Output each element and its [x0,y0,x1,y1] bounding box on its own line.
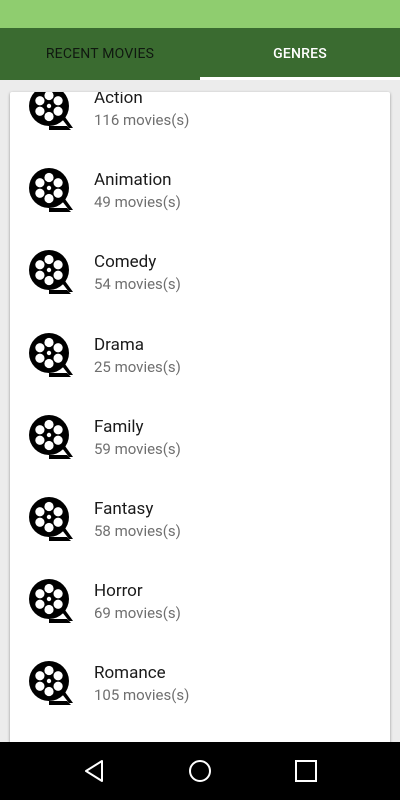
tab-bar: RECENT MOVIES GENRES [0,28,400,80]
tab-genres-label: GENRES [273,45,327,62]
genre-name: Horror [94,581,143,602]
tab-recent-movies[interactable]: RECENT MOVIES [0,28,200,80]
genres-content[interactable]: Action 116 movies(s) Animation 49 movies… [0,80,400,742]
genre-item-family[interactable]: Family 59 movies(s) [10,397,390,479]
genre-count: 58 movies(s) [94,521,181,540]
genres-card: Action 116 movies(s) Animation 49 movies… [10,92,390,742]
genre-name: Drama [94,334,144,355]
recents-square-icon[interactable] [294,759,318,783]
film-reel-icon [29,496,73,541]
genre-count: 116 movies(s) [94,111,190,129]
back-triangle-icon[interactable] [83,759,107,783]
film-reel-icon [29,579,73,624]
tab-recent-movies-label: RECENT MOVIES [45,45,155,62]
home-circle-icon[interactable] [188,759,212,783]
genre-item-drama[interactable]: Drama 25 movies(s) [10,315,390,397]
genre-count: 25 movies(s) [94,357,181,376]
genre-item-animation[interactable]: Animation 49 movies(s) [10,150,390,232]
film-reel-icon [29,250,73,295]
genre-item-action[interactable]: Action 116 movies(s) [10,92,390,150]
genre-count: 59 movies(s) [94,439,181,458]
genre-count: 49 movies(s) [94,193,181,212]
film-reel-icon [29,92,73,130]
genre-name: Comedy [94,252,157,273]
genre-item-comedy[interactable]: Comedy 54 movies(s) [10,232,390,314]
genre-item-horror[interactable]: Horror 69 movies(s) [10,561,390,643]
genre-name: Action [94,92,143,108]
status-bar [0,0,400,28]
genre-count: 105 movies(s) [94,686,190,705]
film-reel-icon [29,332,73,377]
tab-genres[interactable]: GENRES [200,28,400,80]
genre-count: 54 movies(s) [94,275,181,294]
genre-item-fantasy[interactable]: Fantasy 58 movies(s) [10,479,390,561]
genre-item-romance[interactable]: Romance 105 movies(s) [10,643,390,725]
genre-list[interactable]: Action 116 movies(s) Animation 49 movies… [10,92,390,726]
genre-count: 69 movies(s) [94,604,181,623]
genre-name: Animation [94,170,172,191]
genre-name: Family [94,416,144,437]
film-reel-icon [29,168,73,213]
genre-name: Fantasy [94,498,154,519]
system-nav-bar [0,742,400,800]
film-reel-icon [29,414,73,459]
genre-name: Romance [94,663,166,684]
film-reel-icon [29,661,73,706]
